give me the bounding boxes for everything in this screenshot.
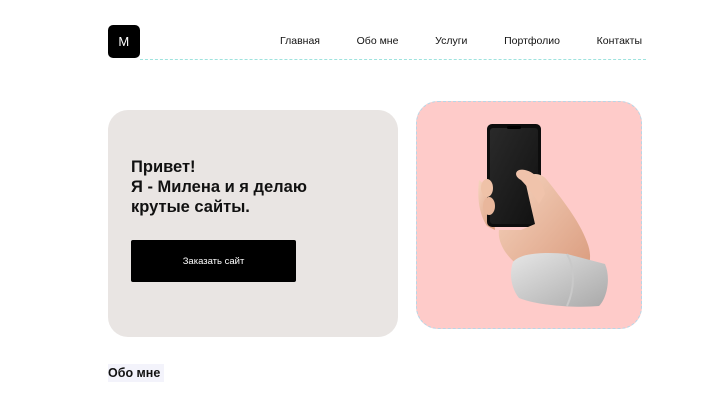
hero-title: Привет! Я - Милена и я делаю крутые сайт…	[131, 158, 307, 216]
nav-about[interactable]: Обо мне	[357, 35, 399, 47]
about-section-title: Обо мне	[108, 364, 165, 382]
nav-services[interactable]: Услуги	[435, 35, 467, 47]
nav-portfolio[interactable]: Портфолио	[504, 35, 560, 47]
hero-card	[108, 110, 398, 337]
logo[interactable]: M	[108, 25, 140, 58]
logo-letter: M	[118, 34, 130, 49]
order-site-button[interactable]: Заказать сайт	[131, 240, 296, 282]
nav-home[interactable]: Главная	[280, 35, 320, 47]
hand-holding-phone-icon	[478, 124, 608, 307]
nav-contacts[interactable]: Контакты	[597, 35, 642, 47]
header-divider	[140, 59, 646, 60]
main-nav: Главная Обо мне Услуги Портфолио Контакт…	[280, 35, 642, 47]
hero-image-card	[416, 101, 642, 329]
